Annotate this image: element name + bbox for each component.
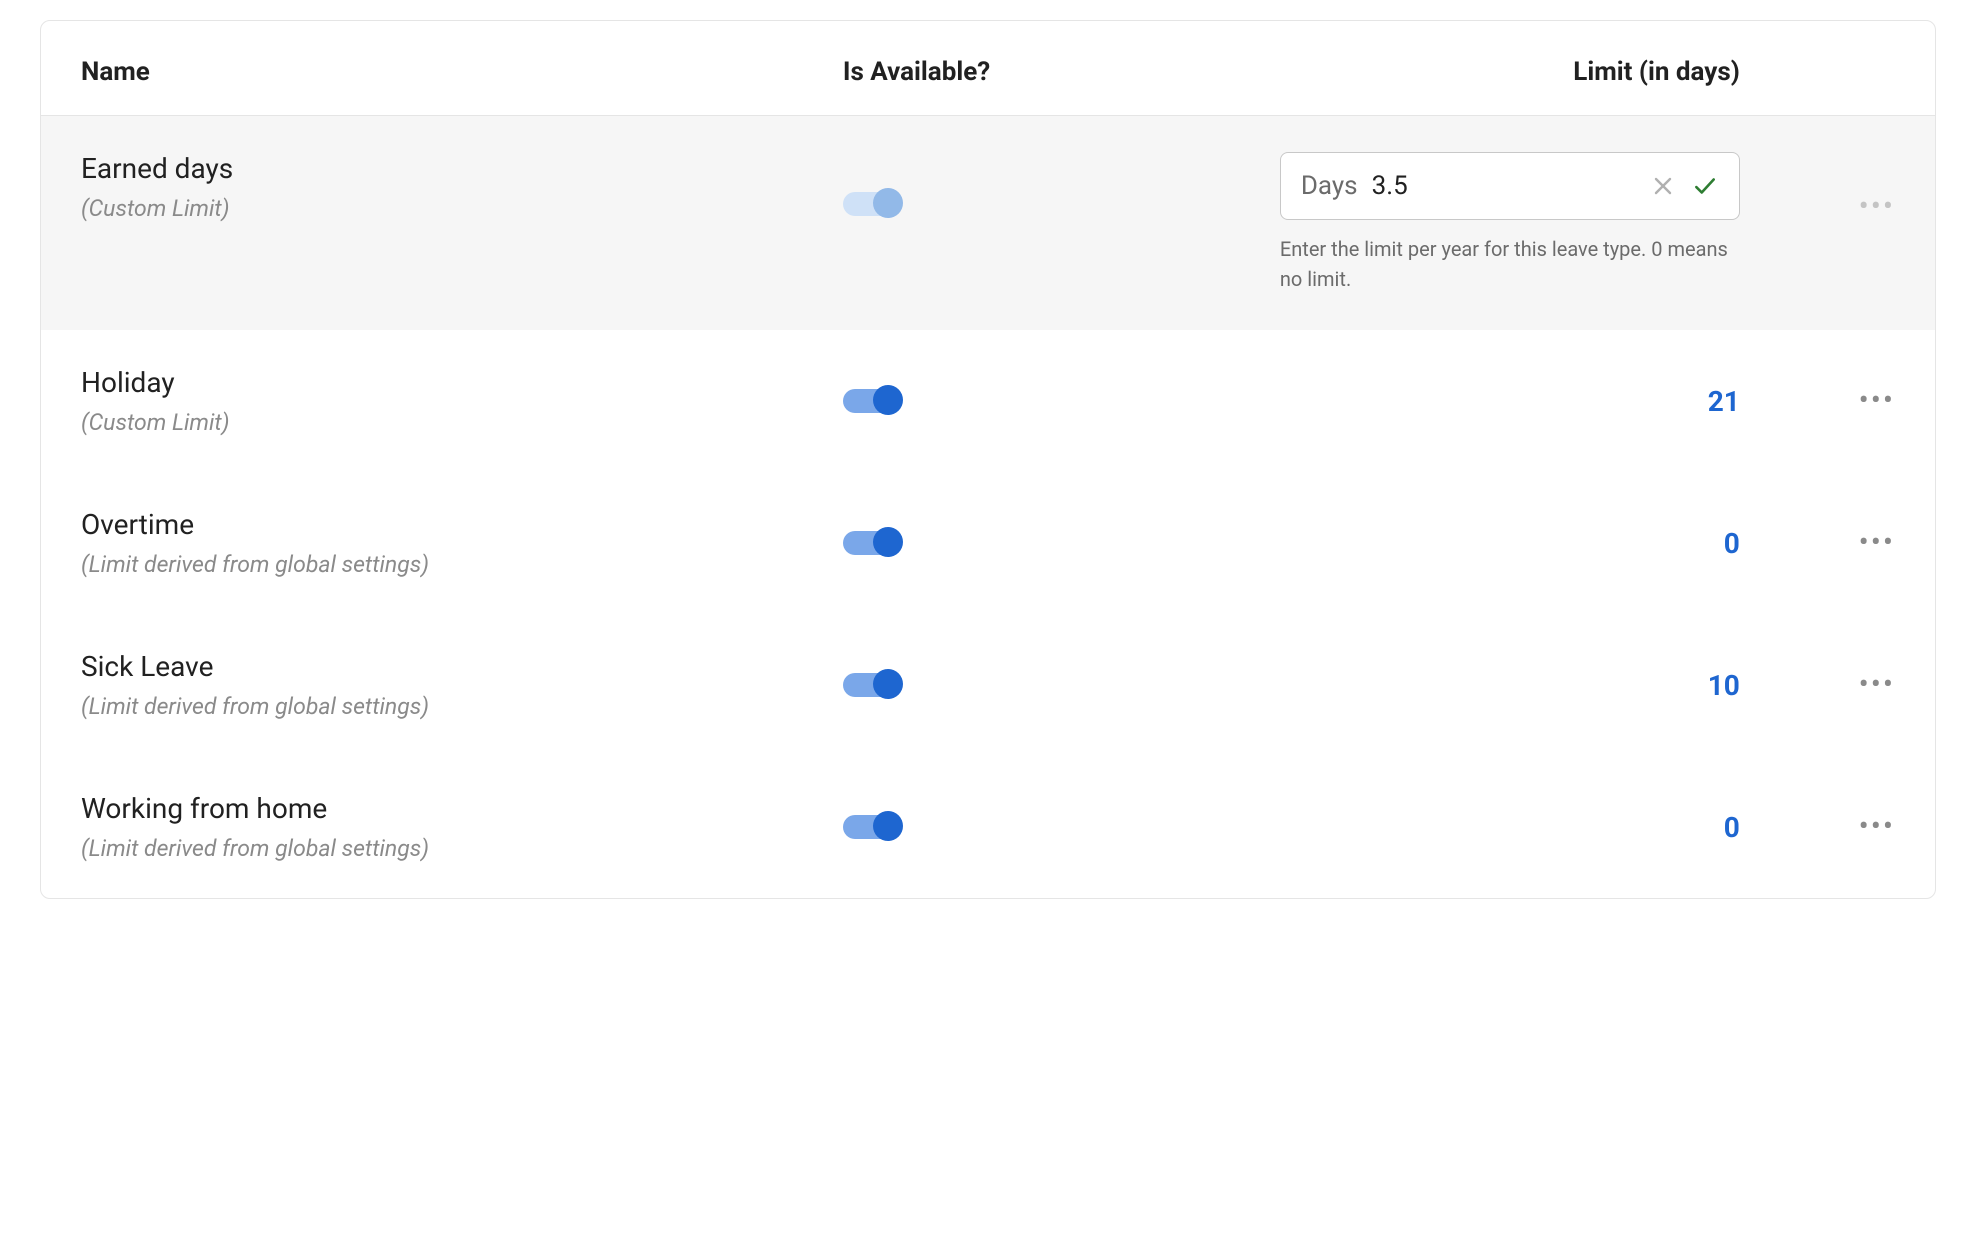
leave-name: Working from home — [81, 792, 843, 825]
available-toggle[interactable] — [843, 192, 899, 216]
limit-value[interactable]: 21 — [1708, 385, 1740, 418]
limit-helper-text: Enter the limit per year for this leave … — [1280, 234, 1740, 294]
table-row: Sick Leave (Limit derived from global se… — [41, 614, 1935, 756]
header-limit: Limit (in days) — [1573, 57, 1740, 87]
limit-input[interactable]: 3.5 — [1372, 171, 1635, 201]
more-menu-icon[interactable]: ••• — [1859, 812, 1895, 842]
leave-subtitle: (Limit derived from global settings) — [81, 693, 843, 720]
limit-field-label: Days — [1301, 171, 1358, 201]
leave-name: Overtime — [81, 508, 843, 541]
table-row: Working from home (Limit derived from gl… — [41, 756, 1935, 898]
header-available: Is Available? — [843, 57, 990, 87]
leave-subtitle: (Limit derived from global settings) — [81, 551, 843, 578]
leave-name: Holiday — [81, 366, 843, 399]
available-toggle[interactable] — [843, 389, 899, 413]
limit-edit-box: Days 3.5 — [1280, 152, 1740, 220]
table-row: Holiday (Custom Limit) 21 ••• — [41, 330, 1935, 472]
leave-name: Earned days — [81, 152, 843, 185]
leave-subtitle: (Custom Limit) — [81, 409, 843, 436]
more-menu-icon[interactable]: ••• — [1859, 670, 1895, 700]
limit-value[interactable]: 10 — [1708, 669, 1740, 702]
leave-name: Sick Leave — [81, 650, 843, 683]
table-row: Overtime (Limit derived from global sett… — [41, 472, 1935, 614]
limit-value[interactable]: 0 — [1724, 527, 1740, 560]
leave-subtitle: (Limit derived from global settings) — [81, 835, 843, 862]
table-row: Earned days (Custom Limit) Days 3.5 — [41, 116, 1935, 330]
table-header: Name Is Available? Limit (in days) — [41, 21, 1935, 116]
more-menu-icon[interactable]: ••• — [1859, 192, 1895, 222]
confirm-icon[interactable] — [1691, 172, 1719, 200]
header-name: Name — [81, 57, 150, 87]
leave-types-card: Name Is Available? Limit (in days) Earne… — [40, 20, 1936, 899]
more-menu-icon[interactable]: ••• — [1859, 386, 1895, 416]
cancel-icon[interactable] — [1649, 172, 1677, 200]
leave-subtitle: (Custom Limit) — [81, 195, 843, 222]
available-toggle[interactable] — [843, 531, 899, 555]
available-toggle[interactable] — [843, 815, 899, 839]
limit-value[interactable]: 0 — [1724, 811, 1740, 844]
more-menu-icon[interactable]: ••• — [1859, 528, 1895, 558]
available-toggle[interactable] — [843, 673, 899, 697]
